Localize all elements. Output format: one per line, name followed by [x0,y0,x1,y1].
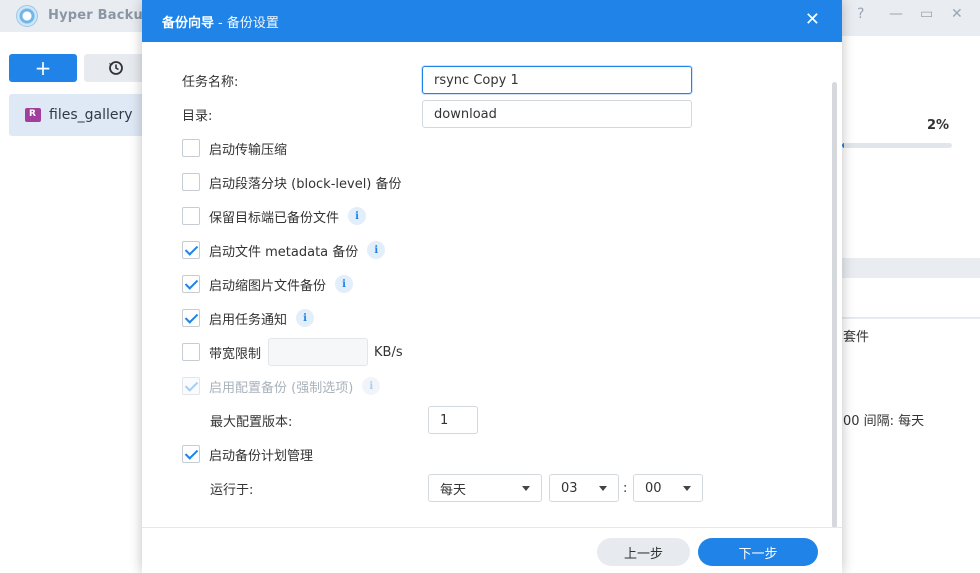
info-icon[interactable]: i [367,241,386,259]
app-title: Hyper Backup [48,8,153,23]
info-icon[interactable]: i [348,207,367,225]
chevron-down-icon [683,485,691,491]
minimize-icon[interactable]: — [889,6,903,22]
detail-tabs [842,278,980,318]
option-keep-target-files[interactable]: 保留目标端已备份文件 i [182,202,367,230]
task-name-label: 任务名称: [182,74,239,90]
frequency-select[interactable]: 每天 [428,474,542,502]
frequency-value: 每天 [440,482,467,498]
bandwidth-unit: KB/s [374,344,403,360]
maximize-icon[interactable]: ▭ [920,6,933,22]
close-icon[interactable]: ✕ [805,9,820,30]
previous-button[interactable]: 上一步 [597,538,690,566]
detail-panel [842,319,980,573]
option-thumbnail-backup[interactable]: 启动缩图片文件备份 i [182,270,354,298]
option-bandwidth-limit[interactable]: 带宽限制 [182,338,261,366]
backup-wizard-dialog: 备份向导 - 备份设置 ✕ 任务名称: rsync Copy 1 目录: dow… [142,0,842,573]
dialog-scrollbar[interactable] [832,82,837,528]
option-metadata-backup[interactable]: 启动文件 metadata 备份 i [182,236,386,264]
chevron-down-icon [522,485,530,491]
option-label: 保留目标端已备份文件 [209,210,340,226]
option-transfer-compression[interactable]: 启动传输压缩 [182,134,287,162]
sidebar-item-files-gallery[interactable]: files_gallery [9,94,149,136]
info-icon[interactable]: i [335,275,354,293]
restore-history-button[interactable] [84,54,148,82]
option-label: 启动文件 metadata 备份 [209,244,359,260]
task-notification-checkbox[interactable] [182,309,200,327]
dialog-subtitle: - 备份设置 [218,15,279,31]
progress-bar [842,143,952,148]
run-at-label: 运行于: [210,482,254,498]
dialog-title: 备份向导 [162,15,215,31]
detail-text-interval: 00 间隔: 每天 [843,414,925,429]
history-icon [109,61,123,75]
next-button[interactable]: 下一步 [698,538,818,566]
chevron-down-icon [599,485,607,491]
progress-bar-fill [842,143,845,148]
minute-value: 00 [645,480,662,496]
minute-select[interactable]: 00 [633,474,703,502]
footer-divider [142,527,842,528]
config-backup-checkbox [182,377,200,395]
keep-target-files-checkbox[interactable] [182,207,200,225]
task-name: files_gallery [49,107,133,123]
task-name-input[interactable]: rsync Copy 1 [422,66,692,94]
option-label: 启动传输压缩 [209,142,288,158]
hyper-backup-logo-icon [16,5,38,27]
time-separator: : [623,480,628,496]
option-label: 启动段落分块 (block-level) 备份 [209,176,402,192]
dialog-header: 备份向导 - 备份设置 ✕ [142,0,842,42]
option-task-notification[interactable]: 启用任务通知 i [182,304,315,332]
option-label: 启动备份计划管理 [209,448,314,464]
option-block-level-backup[interactable]: 启动段落分块 (block-level) 备份 [182,168,402,196]
directory-input[interactable]: download [422,100,692,128]
option-schedule[interactable]: 启动备份计划管理 [182,440,313,468]
option-label: 启用任务通知 [209,312,288,328]
info-icon[interactable]: i [296,309,315,327]
transfer-compression-checkbox[interactable] [182,139,200,157]
hour-select[interactable]: 03 [549,474,619,502]
thumbnail-backup-checkbox[interactable] [182,275,200,293]
progress-percent: 2% [927,118,950,133]
option-config-backup: 启用配置备份 (强制选项) i [182,372,381,400]
bandwidth-limit-checkbox[interactable] [182,343,200,361]
info-icon: i [362,377,381,395]
schedule-checkbox[interactable] [182,445,200,463]
max-versions-label: 最大配置版本: [210,414,293,430]
rsync-task-icon [25,108,41,122]
option-label: 带宽限制 [209,346,262,362]
block-level-checkbox[interactable] [182,173,200,191]
help-icon[interactable]: ? [857,6,864,22]
directory-label: 目录: [182,108,213,124]
option-label: 启动缩图片文件备份 [209,278,327,294]
close-window-icon[interactable]: ✕ [951,6,963,22]
metadata-backup-checkbox[interactable] [182,241,200,259]
detail-text-package: 套件 [843,330,870,345]
bandwidth-input[interactable] [268,338,368,366]
max-versions-input[interactable]: 1 [428,406,478,434]
hour-value: 03 [561,480,578,496]
option-label: 启用配置备份 (强制选项) [209,380,354,396]
add-task-button[interactable]: + [9,54,77,82]
